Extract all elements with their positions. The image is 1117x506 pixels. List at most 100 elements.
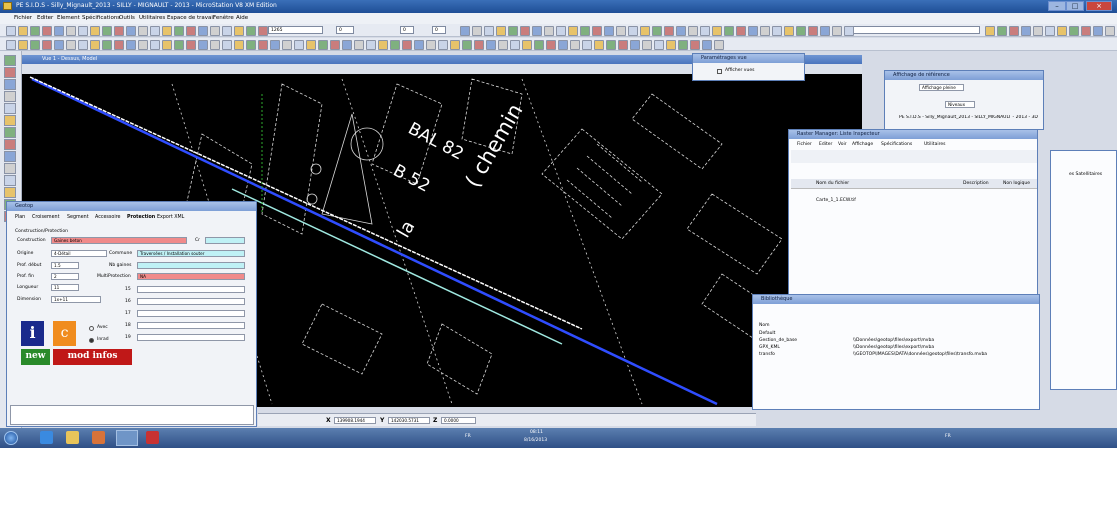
tab-segment[interactable]: Segment bbox=[67, 215, 89, 220]
toolbar-button[interactable] bbox=[1105, 26, 1115, 36]
toolbar-button[interactable] bbox=[496, 26, 506, 36]
raster-menu-editer[interactable]: Editer bbox=[819, 142, 832, 147]
toolbar-button[interactable] bbox=[592, 26, 602, 36]
toolbar-button[interactable] bbox=[78, 40, 88, 50]
toolbar-button[interactable] bbox=[102, 40, 112, 50]
raster-menu-voir[interactable]: Voir bbox=[838, 142, 847, 147]
toolbar-button[interactable] bbox=[246, 26, 256, 36]
reference-dialog[interactable]: Affichage de référence Affichage pleine … bbox=[884, 70, 1044, 130]
toolbar-button[interactable] bbox=[150, 40, 160, 50]
toolbar-button[interactable] bbox=[568, 26, 578, 36]
toolbar-button[interactable] bbox=[402, 40, 412, 50]
menu-element[interactable]: Element bbox=[57, 15, 80, 21]
construction-select[interactable]: Gaines beton bbox=[51, 237, 187, 244]
color-combo[interactable]: 0 bbox=[336, 26, 354, 34]
raster-menu-utilitaires[interactable]: Utilitaires bbox=[924, 142, 945, 147]
toolbar-button[interactable] bbox=[690, 40, 700, 50]
palette-tool-button[interactable] bbox=[4, 91, 16, 102]
row-field-15[interactable] bbox=[137, 286, 245, 293]
microstation-task-icon[interactable] bbox=[116, 430, 138, 446]
explorer-icon[interactable] bbox=[66, 431, 79, 444]
pdf-icon[interactable] bbox=[146, 431, 159, 444]
toolbar-button[interactable] bbox=[652, 26, 662, 36]
toolbar-button[interactable] bbox=[162, 26, 172, 36]
toolbar-button[interactable] bbox=[414, 40, 424, 50]
library-row-name[interactable]: transfo bbox=[759, 352, 775, 357]
view-settings-dialog[interactable]: Paramétrages vue Afficher vues bbox=[692, 53, 805, 81]
media-player-icon[interactable] bbox=[92, 431, 105, 444]
toolbar-button[interactable] bbox=[90, 26, 100, 36]
toolbar-button[interactable] bbox=[66, 26, 76, 36]
radio-inrad[interactable] bbox=[89, 338, 94, 343]
toolbar-button[interactable] bbox=[640, 26, 650, 36]
toolbar-button[interactable] bbox=[808, 26, 818, 36]
menu-fichier[interactable]: Fichier bbox=[14, 15, 32, 21]
toolbar-button[interactable] bbox=[1033, 26, 1043, 36]
toolbar-button[interactable] bbox=[498, 40, 508, 50]
toolbar-button[interactable] bbox=[712, 26, 722, 36]
toolbar-button[interactable] bbox=[210, 26, 220, 36]
search-combo[interactable] bbox=[850, 26, 980, 34]
toolbar-button[interactable] bbox=[90, 40, 100, 50]
toolbar-button[interactable] bbox=[700, 26, 710, 36]
toolbar-button[interactable] bbox=[6, 40, 16, 50]
toolbar-button[interactable] bbox=[30, 40, 40, 50]
toolbar-button[interactable] bbox=[736, 26, 746, 36]
nb-gaines-field[interactable] bbox=[137, 262, 245, 269]
longueur-field[interactable]: 11 bbox=[51, 284, 79, 291]
raster-menu-fichier[interactable]: Fichier bbox=[797, 142, 812, 147]
toolbar-button[interactable] bbox=[664, 26, 674, 36]
toolbar-button[interactable] bbox=[54, 26, 64, 36]
style-combo[interactable]: 0 bbox=[432, 26, 446, 34]
language-indicator[interactable]: FR bbox=[465, 434, 471, 439]
toolbar-button[interactable] bbox=[606, 40, 616, 50]
toolbar-button[interactable] bbox=[1009, 26, 1019, 36]
library-row-name[interactable]: GPX_KML bbox=[759, 345, 780, 350]
palette-tool-button[interactable] bbox=[4, 55, 16, 66]
toolbar-button[interactable] bbox=[1021, 26, 1031, 36]
tab-protection[interactable]: Protection bbox=[127, 215, 155, 220]
toolbar-button[interactable] bbox=[54, 40, 64, 50]
palette-tool-button[interactable] bbox=[4, 163, 16, 174]
prof-fin-field[interactable]: 2 bbox=[51, 273, 79, 280]
toolbar-button[interactable] bbox=[474, 40, 484, 50]
toolbar-button[interactable] bbox=[126, 40, 136, 50]
toolbar-button[interactable] bbox=[270, 40, 280, 50]
tab-plan[interactable]: Plan bbox=[15, 215, 25, 220]
toolbar-button[interactable] bbox=[580, 26, 590, 36]
toolbar-button[interactable] bbox=[997, 26, 1007, 36]
toolbar-button[interactable] bbox=[472, 26, 482, 36]
dimension-field[interactable]: 1x+11 bbox=[51, 296, 101, 303]
menu-fenetre[interactable]: Fenêtre bbox=[213, 15, 234, 21]
toolbar-button[interactable] bbox=[616, 26, 626, 36]
toolbar-button[interactable] bbox=[342, 40, 352, 50]
toolbar-button[interactable] bbox=[222, 26, 232, 36]
toolbar-button[interactable] bbox=[678, 40, 688, 50]
toolbar-button[interactable] bbox=[18, 40, 28, 50]
palette-tool-button[interactable] bbox=[4, 127, 16, 138]
toolbar-button[interactable] bbox=[330, 40, 340, 50]
toolbar-button[interactable] bbox=[520, 26, 530, 36]
toolbar-button[interactable] bbox=[760, 26, 770, 36]
menu-aide[interactable]: Aide bbox=[236, 15, 248, 21]
toolbar-button[interactable] bbox=[150, 26, 160, 36]
toolbar-button[interactable] bbox=[138, 40, 148, 50]
toolbar-button[interactable] bbox=[1045, 26, 1055, 36]
toolbar-button[interactable] bbox=[556, 26, 566, 36]
toolbar-button[interactable] bbox=[198, 26, 208, 36]
toolbar-button[interactable] bbox=[42, 26, 52, 36]
toolbar-button[interactable] bbox=[30, 26, 40, 36]
language-indicator-right[interactable]: FR bbox=[945, 434, 951, 439]
toolbar-button[interactable] bbox=[688, 26, 698, 36]
toolbar-button[interactable] bbox=[426, 40, 436, 50]
toolbar-button[interactable] bbox=[820, 26, 830, 36]
menu-espace-travail[interactable]: Espace de travail bbox=[167, 15, 214, 21]
toolbar-button[interactable] bbox=[138, 26, 148, 36]
toolbar-button[interactable] bbox=[450, 40, 460, 50]
toolbar-button[interactable] bbox=[985, 26, 995, 36]
toolbar-button[interactable] bbox=[294, 40, 304, 50]
toolbar-button[interactable] bbox=[42, 40, 52, 50]
toolbar-button[interactable] bbox=[246, 40, 256, 50]
toolbar-button[interactable] bbox=[234, 40, 244, 50]
toolbar-button[interactable] bbox=[198, 40, 208, 50]
